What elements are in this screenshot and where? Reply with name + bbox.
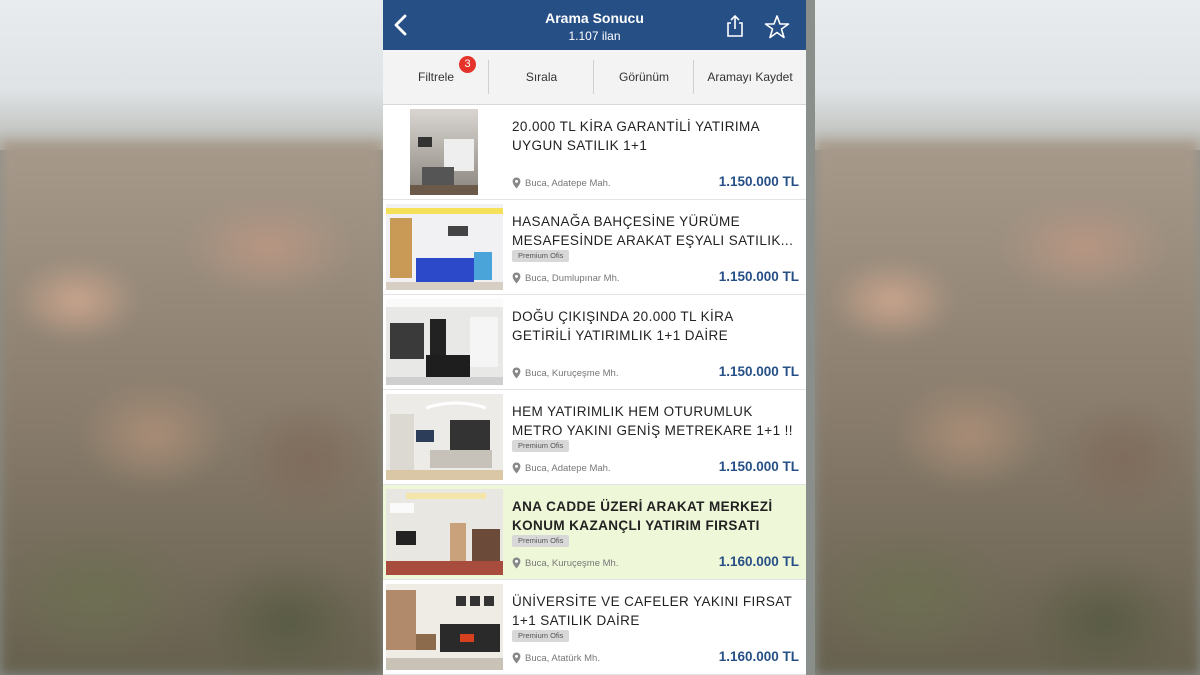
listing-location: Buca, Kuruçeşme Mh.	[512, 367, 618, 379]
listing-item[interactable]: HASANAĞA BAHÇESİNE YÜRÜME MESAFESİNDE ARA…	[383, 200, 806, 295]
location-pin-icon	[512, 272, 521, 284]
listing-location: Buca, Kuruçeşme Mh.	[512, 557, 618, 569]
save-search-button[interactable]: Aramayı Kaydet	[694, 50, 806, 104]
listing-title: ÜNİVERSİTE VE CAFELER YAKINI FIRSAT 1+1 S…	[512, 594, 793, 628]
share-button[interactable]	[724, 14, 746, 38]
premium-office-badge: Premium Ofis	[512, 440, 570, 452]
blurred-city-background-right	[815, 0, 1200, 675]
location-pin-icon	[512, 367, 521, 379]
listing-title: DOĞU ÇIKIŞINDA 20.000 TL KİRA GETİRİLİ YA…	[512, 309, 734, 343]
listing-photo	[386, 489, 503, 575]
listing-photo	[386, 584, 503, 670]
filter-count-badge: 3	[459, 56, 476, 73]
phone-screen: Arama Sonucu 1.107 ilan Filtrele 3 Sıral…	[383, 0, 806, 675]
view-label: Görünüm	[618, 70, 670, 84]
listing-title: HASANAĞA BAHÇESİNE YÜRÜME MESAFESİNDE ARA…	[512, 214, 794, 248]
listing-list: 20.000 TL KİRA GARANTİLİ YATIRIMA UYGUN S…	[383, 105, 806, 675]
share-icon	[727, 14, 743, 37]
action-toolbar: Filtrele 3 Sırala Görünüm Aramayı Kaydet	[383, 50, 806, 105]
view-button[interactable]: Görünüm	[594, 50, 694, 104]
listing-title: ANA CADDE ÜZERİ ARAKAT MERKEZİ KONUM KAZA…	[512, 499, 773, 533]
filter-button[interactable]: Filtrele 3	[383, 50, 489, 104]
premium-office-badge: Premium Ofis	[512, 250, 570, 262]
location-pin-icon	[512, 557, 521, 569]
listing-location: Buca, Adatepe Mah.	[512, 177, 611, 189]
listing-price: 1.160.000 TL	[718, 554, 799, 569]
premium-office-badge: Premium Ofis	[512, 535, 570, 547]
listing-photo	[386, 299, 503, 385]
listing-item[interactable]: 20.000 TL KİRA GARANTİLİ YATIRIMA UYGUN S…	[383, 105, 806, 200]
listing-price: 1.160.000 TL	[718, 649, 799, 664]
listing-title: HEM YATIRIMLIK HEM OTURUMLUK METRO YAKINI…	[512, 404, 793, 438]
listing-price: 1.150.000 TL	[718, 174, 799, 189]
star-icon	[764, 15, 790, 39]
location-pin-icon	[512, 652, 521, 664]
blurred-city-background-left	[0, 0, 384, 675]
listing-location: Buca, Atatürk Mh.	[512, 652, 600, 664]
listing-item[interactable]: ÜNİVERSİTE VE CAFELER YAKINI FIRSAT 1+1 S…	[383, 580, 806, 675]
premium-office-badge: Premium Ofis	[512, 630, 570, 642]
save-search-label: Aramayı Kaydet	[707, 70, 793, 84]
listing-photo	[386, 204, 503, 290]
listing-photo	[386, 109, 503, 195]
location-pin-icon	[512, 177, 521, 189]
sort-button[interactable]: Sırala	[489, 50, 594, 104]
navigation-bar: Arama Sonucu 1.107 ilan	[383, 0, 806, 50]
listing-location: Buca, Dumlupınar Mh.	[512, 272, 620, 284]
listing-price: 1.150.000 TL	[718, 459, 799, 474]
listing-location: Buca, Adatepe Mah.	[512, 462, 611, 474]
listing-item[interactable]: HEM YATIRIMLIK HEM OTURUMLUK METRO YAKINI…	[383, 390, 806, 485]
filter-label: Filtrele	[417, 70, 454, 84]
listing-photo	[386, 394, 503, 480]
favorite-search-button[interactable]	[764, 14, 790, 40]
sort-label: Sırala	[525, 70, 558, 84]
listing-price: 1.150.000 TL	[718, 269, 799, 284]
listing-title: 20.000 TL KİRA GARANTİLİ YATIRIMA UYGUN S…	[512, 119, 761, 153]
listing-price: 1.150.000 TL	[718, 364, 799, 379]
location-pin-icon	[512, 462, 521, 474]
listing-item[interactable]: ANA CADDE ÜZERİ ARAKAT MERKEZİ KONUM KAZA…	[383, 485, 806, 580]
listing-item[interactable]: DOĞU ÇIKIŞINDA 20.000 TL KİRA GETİRİLİ YA…	[383, 295, 806, 390]
